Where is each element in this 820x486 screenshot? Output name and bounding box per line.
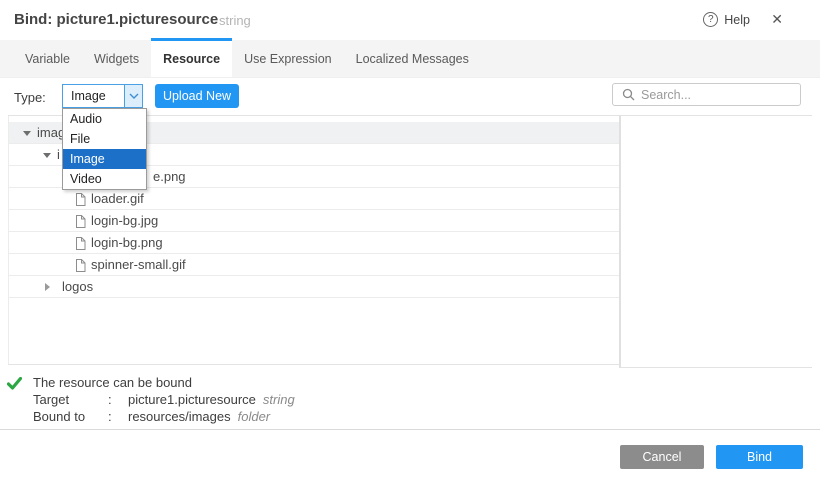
tree-item-label: logos [62, 276, 93, 297]
dropdown-option-video[interactable]: Video [63, 169, 146, 189]
tab-use-expression[interactable]: Use Expression [232, 40, 344, 77]
help-button[interactable]: ? Help [703, 12, 750, 27]
caret-down-icon[interactable] [23, 131, 31, 140]
footer-divider [0, 429, 820, 430]
status-row-value: picture1.picturesource [128, 392, 256, 407]
bind-button[interactable]: Bind [716, 445, 803, 469]
tree-item-label: login-bg.png [91, 232, 163, 253]
tree-item-label: loader.gif [91, 188, 144, 209]
success-check-icon [7, 377, 22, 395]
cancel-button[interactable]: Cancel [620, 445, 704, 469]
tree-item-label: i [57, 144, 60, 165]
dropdown-option-image[interactable]: Image [63, 149, 146, 169]
bind-dialog: Bind: picture1.picturesource string ? He… [0, 0, 820, 486]
dropdown-option-audio[interactable]: Audio [63, 109, 146, 129]
tab-bar: VariableWidgetsResourceUse ExpressionLoc… [0, 40, 820, 78]
tree-row-logos[interactable]: logos [9, 276, 619, 298]
caret-right-icon[interactable] [45, 283, 54, 291]
file-icon [75, 237, 86, 250]
upload-new-button[interactable]: Upload New [155, 84, 239, 108]
type-dropdown-menu: AudioFileImageVideo [62, 108, 147, 190]
search-box[interactable] [612, 83, 801, 106]
type-label: Type: [14, 90, 46, 105]
dialog-header: Bind: picture1.picturesource string ? He… [0, 0, 820, 40]
status-row-value-type: string [263, 392, 295, 407]
tree-row-login-bg-png[interactable]: login-bg.png [9, 232, 619, 254]
file-icon [75, 259, 86, 272]
status-row-bound-to: Bound to: resources/images folder [33, 408, 295, 425]
status-row-separator: : [108, 409, 118, 424]
status-row-value: resources/images [128, 409, 231, 424]
tab-widgets[interactable]: Widgets [82, 40, 151, 77]
file-icon [75, 215, 86, 228]
tree-row-login-bg-jpg[interactable]: login-bg.jpg [9, 210, 619, 232]
tree-item-label: login-bg.jpg [91, 210, 158, 231]
dialog-title: Bind: picture1.picturesource [14, 11, 218, 28]
tree-row-spinner-small-gif[interactable]: spinner-small.gif [9, 254, 619, 276]
search-input[interactable] [641, 88, 802, 102]
file-icon [75, 193, 86, 206]
status-row-target: Target: picture1.picturesource string [33, 391, 295, 408]
close-icon[interactable]: ✕ [771, 11, 783, 28]
dropdown-option-file[interactable]: File [63, 129, 146, 149]
status-row-label: Bound to [33, 409, 108, 424]
help-icon: ? [703, 12, 718, 27]
tab-resource[interactable]: Resource [151, 40, 232, 77]
search-icon [622, 88, 635, 101]
status-row-separator: : [108, 392, 118, 407]
dialog-title-type: string [219, 13, 251, 28]
resource-preview-panel [619, 116, 812, 368]
status-row-label: Target [33, 392, 108, 407]
tab-variable[interactable]: Variable [13, 40, 82, 77]
status-message: The resource can be bound [33, 375, 192, 390]
type-select-value: Image [71, 89, 106, 103]
type-select[interactable]: Image [62, 84, 143, 108]
status-row-value-type: folder [238, 409, 271, 424]
caret-down-icon[interactable] [43, 153, 51, 162]
help-label: Help [724, 13, 750, 27]
tree-item-label: spinner-small.gif [91, 254, 186, 275]
tab-localized-messages[interactable]: Localized Messages [344, 40, 481, 77]
status-details: Target:picture1.picturesourcestringBound… [33, 391, 295, 425]
chevron-down-icon[interactable] [124, 85, 142, 107]
tree-item-label: e.png [153, 166, 186, 187]
tree-row-loader-gif[interactable]: loader.gif [9, 188, 619, 210]
